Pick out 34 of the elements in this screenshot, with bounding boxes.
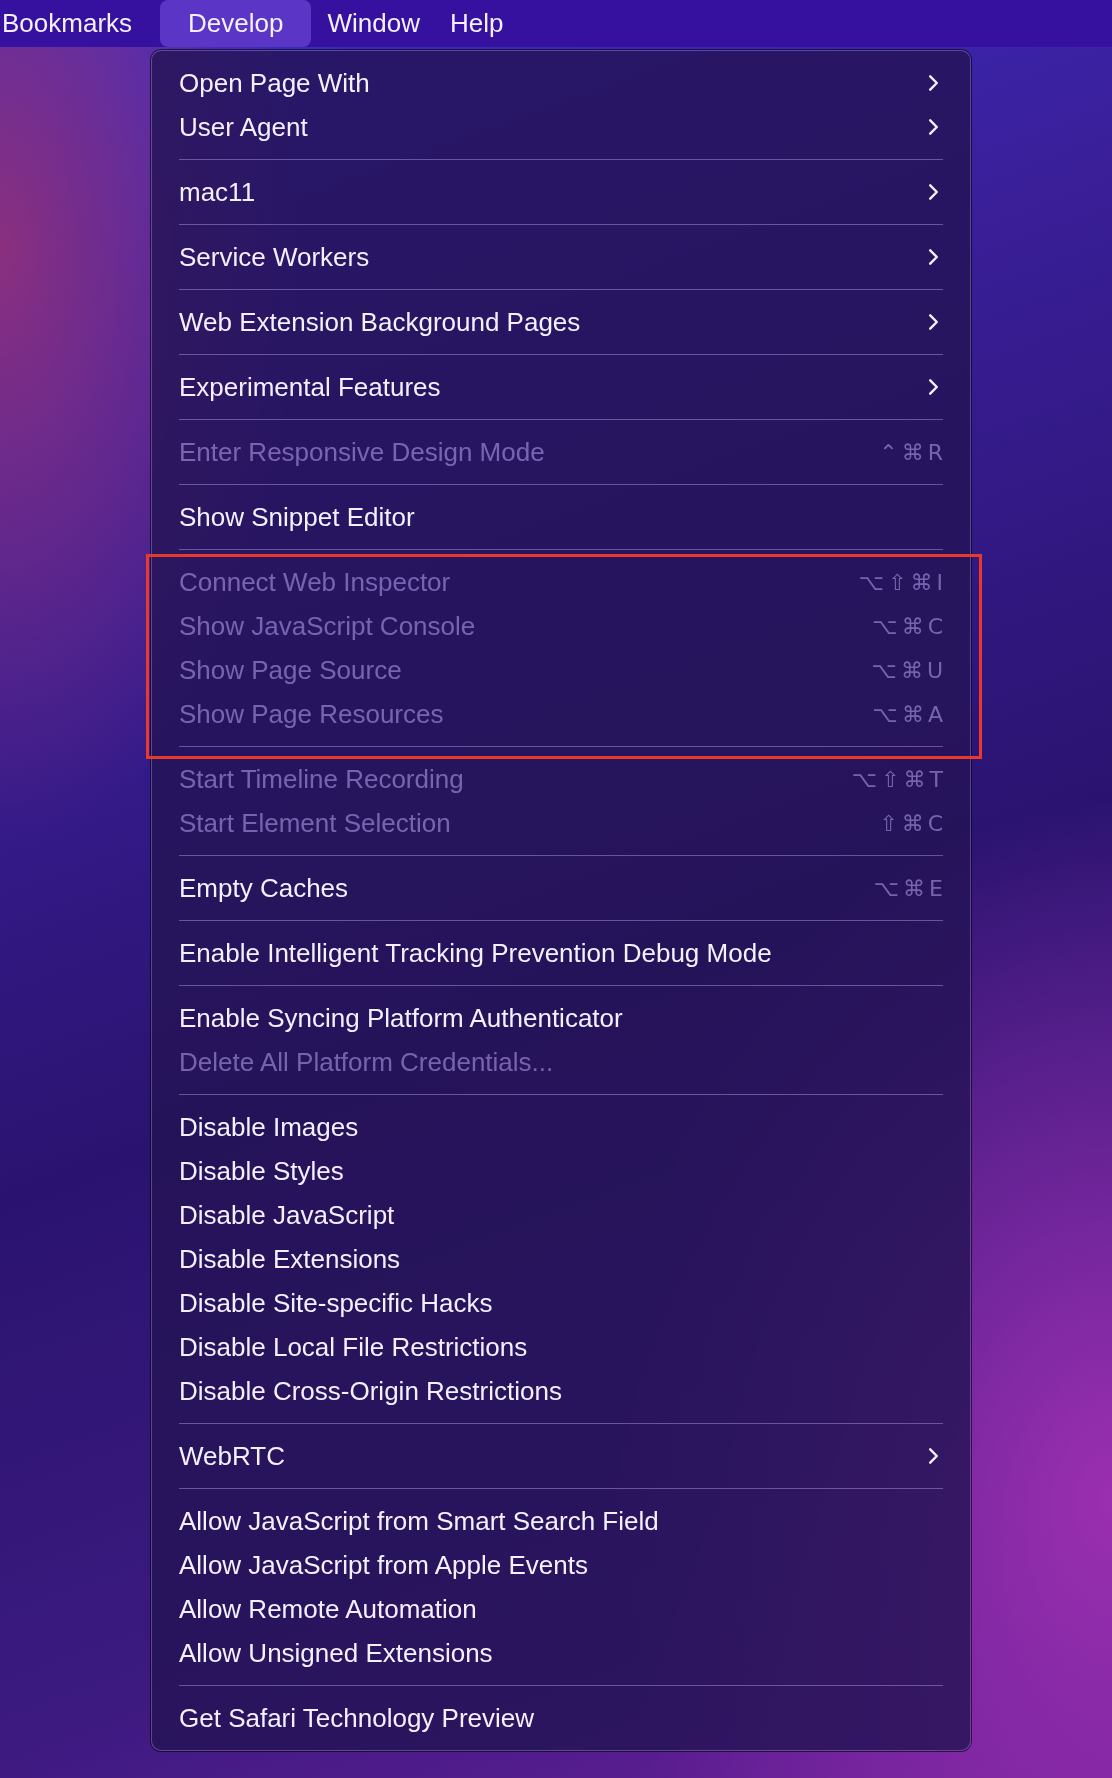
chevron-right-icon bbox=[928, 378, 939, 396]
menu-item[interactable]: Enable Syncing Platform Authenticator bbox=[179, 996, 943, 1040]
menu-bar-item[interactable]: Develop bbox=[160, 0, 312, 47]
menu-item[interactable]: Service Workers bbox=[179, 235, 943, 279]
menu-bar-item[interactable]: Bookmarks bbox=[0, 0, 147, 47]
chevron-right-icon bbox=[928, 313, 939, 331]
chevron-right-icon bbox=[928, 1447, 939, 1465]
menu-item[interactable]: Disable Extensions bbox=[179, 1237, 943, 1281]
menu-item[interactable]: Enable Intelligent Tracking Prevention Debug Mode bbox=[179, 931, 943, 975]
menu-item[interactable]: Allow JavaScript from Smart Search Field bbox=[179, 1499, 943, 1543]
menu-item[interactable]: Disable Local File Restrictions bbox=[179, 1325, 943, 1369]
menu-item[interactable]: User Agent bbox=[179, 105, 943, 149]
menu-bar-item[interactable]: Window bbox=[313, 0, 434, 47]
menu-item[interactable]: WebRTC bbox=[179, 1434, 943, 1478]
chevron-right-icon bbox=[928, 248, 939, 266]
menu-item[interactable]: Allow Remote Automation bbox=[179, 1587, 943, 1631]
menu-bar-item[interactable]: Help bbox=[435, 0, 518, 47]
menu-item[interactable]: Disable Styles bbox=[179, 1149, 943, 1193]
menu-item[interactable]: Show Snippet Editor bbox=[179, 495, 943, 539]
menu-item[interactable]: Disable Site-specific Hacks bbox=[179, 1281, 943, 1325]
menu-item[interactable]: Disable Cross-Origin Restrictions bbox=[179, 1369, 943, 1413]
menu-item[interactable]: Experimental Features bbox=[179, 365, 943, 409]
chevron-right-icon bbox=[928, 183, 939, 201]
menu-item[interactable]: Allow JavaScript from Apple Events bbox=[179, 1543, 943, 1587]
menu-item[interactable]: Open Page With bbox=[179, 61, 943, 105]
menu-item[interactable]: Empty Caches ⌥⌘E bbox=[179, 866, 943, 910]
chevron-right-icon bbox=[928, 74, 939, 92]
menu-item[interactable]: Get Safari Technology Preview bbox=[179, 1696, 943, 1740]
menu-item[interactable]: Web Extension Background Pages bbox=[179, 300, 943, 344]
menu-item[interactable]: mac11 bbox=[179, 170, 943, 214]
menu-item[interactable]: Allow Unsigned Extensions bbox=[179, 1631, 943, 1675]
menu-item[interactable]: Disable Images bbox=[179, 1105, 943, 1149]
chevron-right-icon bbox=[928, 118, 939, 136]
menu-item[interactable]: Disable JavaScript bbox=[179, 1193, 943, 1237]
